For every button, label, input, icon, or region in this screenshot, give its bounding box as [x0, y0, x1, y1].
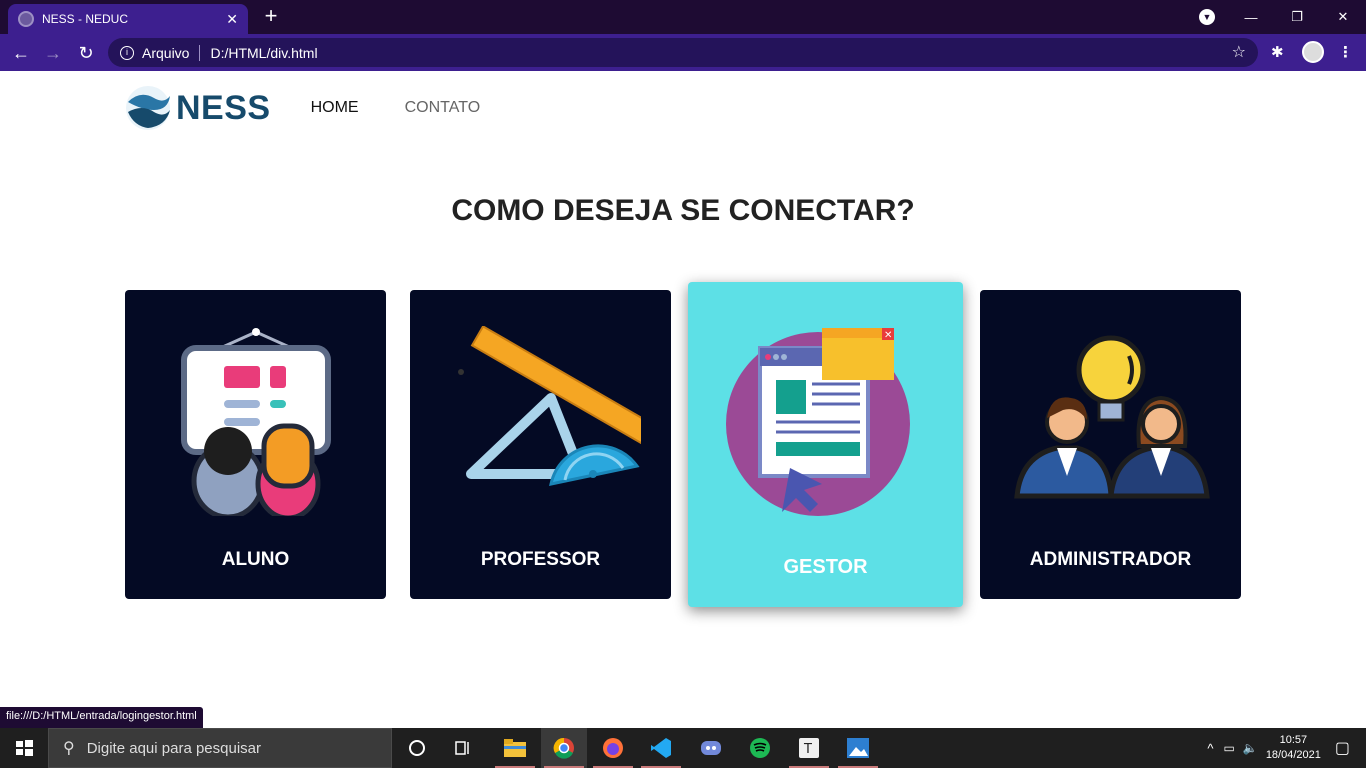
dashboard-window-icon: ✕ [725, 328, 910, 516]
chrome-icon[interactable] [541, 728, 587, 768]
card-professor[interactable]: PROFESSOR [410, 290, 671, 599]
ruler-protractor-icon [457, 326, 641, 486]
nav-link-home[interactable]: HOME [311, 99, 359, 117]
avatar[interactable] [1302, 41, 1324, 63]
admins-lightbulb-icon [1013, 335, 1210, 499]
students-board-icon [180, 328, 331, 516]
address-divider [199, 44, 201, 61]
system-tray: ^ ▭ 🔈 10:57 18/04/2021 ▢ [1207, 728, 1366, 768]
file-explorer-icon[interactable] [492, 728, 538, 768]
globe-icon [18, 11, 34, 27]
svg-text:T: T [803, 742, 812, 757]
new-tab-button[interactable]: + [258, 4, 284, 30]
photos-icon[interactable] [835, 728, 881, 768]
address-scheme-label: Arquivo [142, 44, 190, 61]
back-arrow-icon[interactable]: ← [8, 40, 34, 66]
firefox-icon[interactable] [590, 728, 636, 768]
info-icon[interactable]: i [120, 45, 134, 60]
browser-tab[interactable]: NESS - NEDUC ✕ [8, 4, 248, 34]
page-title: COMO DESEJA SE CONECTAR? [451, 194, 915, 227]
vscode-icon[interactable] [638, 728, 684, 768]
spotify-icon[interactable] [737, 728, 783, 768]
bookmark-star-icon[interactable]: ☆ [1232, 42, 1246, 62]
browser-tab-bar: NESS - NEDUC ✕ + ▼ — ❐ ✕ [0, 0, 1366, 34]
restore-button[interactable]: ❐ [1274, 9, 1320, 25]
chevron-up-icon[interactable]: ^ [1207, 741, 1213, 756]
logo[interactable]: NESS [124, 84, 271, 132]
browser-toolbar: ← → ↻ i Arquivo D:/HTML/div.html ☆ ✱ ⋮ [0, 34, 1366, 71]
clock-date: 18/04/2021 [1265, 749, 1321, 761]
task-view-icon[interactable] [440, 728, 486, 768]
ness-wave-icon [126, 86, 170, 130]
nav-link-contato[interactable]: CONTATO [405, 99, 481, 117]
tab-search-icon[interactable]: ▼ [1199, 9, 1215, 25]
card-label-administrador: ADMINISTRADOR [1029, 549, 1192, 570]
menu-dots-icon[interactable]: ⋮ [1338, 43, 1353, 61]
search-placeholder: Digite aqui para pesquisar [86, 739, 261, 757]
logo-text: NESS [176, 88, 271, 127]
network-icon[interactable]: ▭ [1224, 741, 1235, 755]
svg-text:✕: ✕ [884, 330, 892, 341]
volume-icon[interactable]: 🔈 [1243, 741, 1258, 755]
address-url: D:/HTML/div.html [210, 44, 318, 61]
cortana-icon[interactable] [394, 728, 440, 768]
status-link-preview: file:///D:/HTML/entrada/logingestor.html [0, 707, 203, 728]
taskbar-search-input[interactable]: ⚲ Digite aqui para pesquisar [48, 728, 392, 768]
close-window-button[interactable]: ✕ [1320, 9, 1366, 25]
tab-close-icon[interactable]: ✕ [226, 11, 238, 28]
card-administrador[interactable]: ADMINISTRADOR [980, 290, 1241, 599]
windows-start-icon[interactable] [0, 728, 48, 768]
card-label-gestor: GESTOR [783, 556, 868, 578]
discord-icon[interactable] [688, 728, 734, 768]
clock[interactable]: 10:57 18/04/2021 [1266, 733, 1321, 763]
forward-arrow-icon[interactable]: → [40, 40, 66, 66]
reload-icon[interactable]: ↻ [73, 40, 99, 66]
search-icon: ⚲ [63, 740, 75, 757]
card-label-aluno: ALUNO [221, 549, 290, 570]
card-gestor[interactable]: ✕ GESTOR [688, 282, 963, 607]
minimize-button[interactable]: — [1228, 10, 1274, 25]
tab-title: NESS - NEDUC [42, 12, 129, 26]
typora-icon[interactable]: T [786, 728, 832, 768]
address-bar[interactable]: i Arquivo D:/HTML/div.html ☆ [108, 38, 1258, 67]
extensions-icon[interactable]: ✱ [1271, 43, 1284, 61]
clock-time: 10:57 [1279, 734, 1308, 746]
notifications-icon[interactable]: ▢ [1335, 738, 1350, 758]
card-label-professor: PROFESSOR [480, 549, 601, 570]
os-taskbar: ⚲ Digite aqui para pesquisar T ^ ▭ 🔈 10:… [0, 728, 1366, 768]
site-header: NESS HOME CONTATO [124, 84, 480, 132]
card-aluno[interactable]: ALUNO [125, 290, 386, 599]
